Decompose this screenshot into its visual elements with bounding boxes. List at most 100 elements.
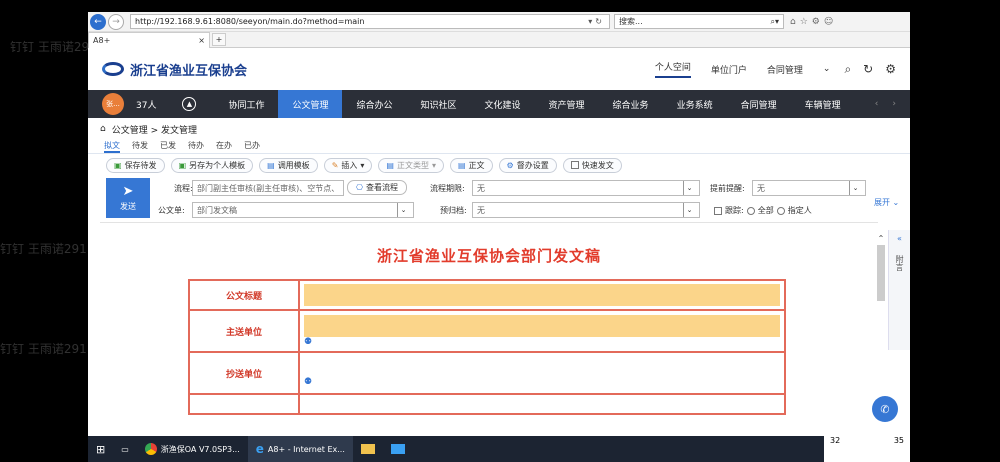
people-count[interactable]: 37人 bbox=[136, 98, 156, 111]
taskbar-item-ie[interactable]: e A8+ - Internet Ex... bbox=[247, 436, 353, 462]
main-recipient-input[interactable]: ⚉ bbox=[298, 309, 786, 353]
search-icon[interactable]: ⌕ bbox=[844, 62, 851, 77]
use-template-button[interactable]: ▤ 调用模板 bbox=[259, 157, 318, 173]
home-icon[interactable]: ⌂ bbox=[100, 124, 106, 134]
back-icon[interactable]: ← bbox=[90, 13, 106, 30]
body-type-button[interactable]: ▤ 正文类型 ▾ bbox=[378, 157, 444, 173]
refresh-icon[interactable]: ↻ bbox=[595, 17, 602, 26]
tab-pending-send[interactable]: 待发 bbox=[132, 140, 148, 153]
body-button[interactable]: ▤ 正文 bbox=[449, 157, 493, 173]
archive-select[interactable]: 无 ⌄ bbox=[472, 202, 700, 218]
select-people-icon[interactable]: ⚉ bbox=[304, 337, 312, 347]
chevron-down-icon: ⌄ bbox=[397, 203, 409, 217]
tab-todo[interactable]: 待办 bbox=[188, 140, 204, 153]
collapse-icon[interactable]: « bbox=[889, 234, 910, 243]
nav-item-knowledge[interactable]: 知识社区 bbox=[407, 90, 471, 118]
start-button[interactable]: ⊞ bbox=[88, 436, 113, 462]
url-field[interactable]: http://192.168.9.61:8080/seeyon/main.do?… bbox=[130, 14, 610, 29]
nav-item-contract[interactable]: 合同管理 bbox=[727, 90, 791, 118]
search-placeholder: 搜索... bbox=[619, 17, 643, 26]
quick-send-button[interactable]: 快速发文 bbox=[562, 157, 622, 173]
breadcrumb-text: 公文管理 > 发文管理 bbox=[111, 125, 197, 136]
taskbar-item-chrome[interactable]: 浙渔保OA V7.0SP3... bbox=[137, 436, 248, 462]
main-recipient-field[interactable] bbox=[304, 315, 780, 337]
logo-icon bbox=[102, 62, 124, 76]
save-template-button[interactable]: ▣ 另存为个人模板 bbox=[170, 157, 254, 173]
link-personal-space[interactable]: 个人空间 bbox=[654, 60, 691, 78]
nav-item-culture[interactable]: 文化建设 bbox=[471, 90, 535, 118]
nav-item-vehicle[interactable]: 车辆管理 bbox=[791, 90, 855, 118]
template-icon: ▣ bbox=[178, 160, 187, 170]
taskbar-item-label: 浙渔保OA V7.0SP3... bbox=[160, 444, 240, 454]
flow-field[interactable]: 部门副主任审核(副主任审核)、空节点、部 bbox=[192, 180, 344, 196]
windows-icon: ⊞ bbox=[96, 442, 106, 456]
tab-in-progress[interactable]: 在办 bbox=[216, 140, 232, 153]
main-nav: 张... 37人 ▲ 协同工作 公文管理 综合办公 知识社区 文化建设 资产管理… bbox=[88, 90, 910, 118]
send-button[interactable]: ➤ 发送 bbox=[106, 178, 150, 218]
view-flow-button[interactable]: ⎔ 查看流程 bbox=[347, 180, 407, 195]
nav-item-collaboration[interactable]: 协同工作 bbox=[214, 90, 278, 118]
new-tab-icon[interactable]: + bbox=[212, 33, 226, 46]
chevron-down-icon[interactable]: ⌄ bbox=[823, 64, 831, 74]
tab-draft[interactable]: 拟文 bbox=[104, 140, 120, 153]
quick-send-label: 快速发文 bbox=[581, 160, 614, 170]
side-panel[interactable]: « 附言 bbox=[888, 230, 910, 350]
clock-right: 35 bbox=[893, 436, 904, 445]
search-input[interactable]: 搜索... ⌕▾ bbox=[614, 14, 784, 29]
nav-item-document-mgmt[interactable]: 公文管理 bbox=[278, 90, 343, 118]
taskbar-item-folder[interactable] bbox=[353, 436, 383, 462]
doc-type-select[interactable]: 部门发文稿 ⌄ bbox=[192, 202, 414, 218]
doc-title-input[interactable] bbox=[298, 279, 786, 311]
dropdown-icon[interactable]: ▾ bbox=[588, 17, 592, 26]
settings-icon[interactable]: ⚙ bbox=[812, 17, 820, 27]
scrollbar[interactable]: ⌃ bbox=[874, 234, 888, 414]
tab-sent[interactable]: 已发 bbox=[160, 140, 176, 153]
compass-icon[interactable]: ▲ bbox=[182, 97, 197, 111]
cc-recipient-input[interactable]: ⚉ bbox=[298, 351, 786, 395]
help-fab-button[interactable]: ✆ bbox=[872, 396, 898, 422]
body-type-icon: ▤ bbox=[386, 160, 394, 170]
flow-value: 部门副主任审核(副主任审核)、空节点、部 bbox=[197, 183, 339, 193]
smiley-icon[interactable]: ☺ bbox=[824, 17, 833, 27]
doc-settings-button[interactable]: ⚙ 督办设置 bbox=[498, 157, 557, 173]
taskbar-item-app[interactable] bbox=[383, 436, 413, 462]
track-designee-radio[interactable] bbox=[776, 206, 785, 215]
nav-item-business[interactable]: 综合业务 bbox=[599, 90, 663, 118]
favorites-icon[interactable]: ☆ bbox=[800, 17, 808, 27]
expand-link[interactable]: 展开 ⌄ bbox=[874, 197, 899, 208]
track-checkbox[interactable] bbox=[714, 206, 722, 215]
select-people-icon[interactable]: ⚉ bbox=[304, 377, 312, 387]
link-contract-mgmt[interactable]: 合同管理 bbox=[767, 63, 803, 76]
link-unit-portal[interactable]: 单位门户 bbox=[711, 63, 747, 76]
scrollbar-thumb[interactable] bbox=[877, 245, 885, 301]
label-empty bbox=[188, 393, 300, 415]
nav-item-systems[interactable]: 业务系统 bbox=[663, 90, 727, 118]
task-view-button[interactable]: ▭ bbox=[113, 436, 137, 462]
scroll-up-icon[interactable]: ⌃ bbox=[874, 234, 888, 243]
home-icon[interactable]: ⌂ bbox=[790, 17, 796, 27]
deadline-select[interactable]: 无 ⌄ bbox=[472, 180, 700, 196]
nav-prev-icon[interactable]: ‹ bbox=[875, 99, 879, 109]
tab-done[interactable]: 已办 bbox=[244, 140, 260, 153]
nav-item-assets[interactable]: 资产管理 bbox=[535, 90, 599, 118]
browser-tab[interactable]: A8+ × bbox=[88, 31, 210, 48]
nav-next-icon[interactable]: › bbox=[892, 99, 896, 109]
track-all-radio[interactable] bbox=[746, 206, 755, 215]
doc-title-field[interactable] bbox=[304, 284, 780, 306]
chevron-down-icon: ⌄ bbox=[849, 181, 861, 195]
view-flow-label: 查看流程 bbox=[365, 183, 398, 192]
send-form: ➤ 发送 流程: 部门副主任审核(副主任审核)、空节点、部 ⎔ 查看流程 流程期限… bbox=[88, 176, 910, 226]
nav-item-office[interactable]: 综合办公 bbox=[342, 90, 406, 118]
close-tab-icon[interactable]: × bbox=[198, 36, 205, 45]
quick-send-checkbox[interactable] bbox=[570, 161, 579, 169]
forward-icon[interactable]: → bbox=[108, 13, 124, 30]
avatar[interactable]: 张... bbox=[102, 93, 124, 115]
deadline-label: 流程期限: bbox=[430, 184, 465, 193]
insert-button[interactable]: ✎ 插入 ▾ bbox=[323, 157, 373, 173]
gear-icon[interactable]: ⚙ bbox=[885, 62, 896, 77]
refresh-icon[interactable]: ↻ bbox=[863, 62, 873, 77]
save-draft-button[interactable]: ▣ 保存待发 bbox=[106, 157, 165, 173]
remind-select[interactable]: 无 ⌄ bbox=[752, 180, 866, 196]
search-icon[interactable]: ⌕▾ bbox=[771, 17, 780, 27]
label-main-recipient: 主送单位 bbox=[188, 309, 300, 353]
